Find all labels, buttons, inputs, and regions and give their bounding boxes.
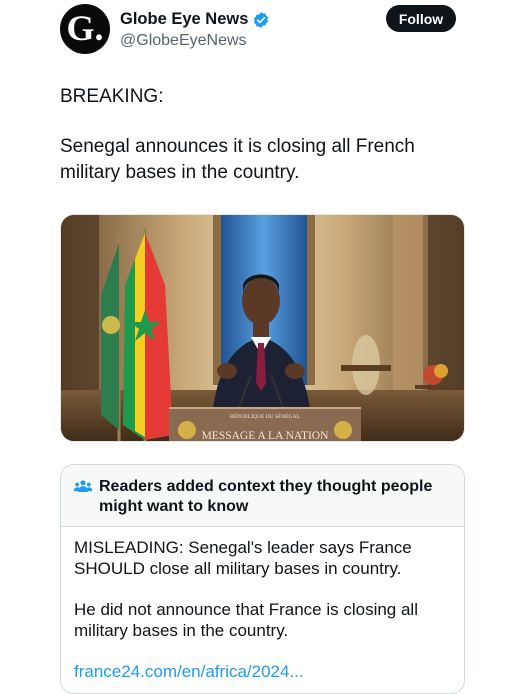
- community-note-header[interactable]: Readers added context they thought peopl…: [61, 465, 464, 527]
- tweet-photo[interactable]: RÉPUBLIQUE DU SÉNÉGAL MESSAGE A LA NATIO…: [60, 214, 465, 442]
- note-source-link[interactable]: france24.com/en/africa/2024...: [74, 661, 459, 682]
- people-icon: [73, 480, 93, 492]
- name-row: Globe Eye News: [120, 10, 270, 29]
- community-note-title: Readers added context they thought peopl…: [99, 478, 433, 515]
- tweet-line-breaking: BREAKING:: [60, 86, 164, 107]
- handle[interactable]: @GlobeEyeNews: [120, 32, 247, 50]
- display-name[interactable]: Globe Eye News: [120, 10, 248, 29]
- avatar[interactable]: G.: [60, 4, 110, 54]
- photo-illustration: RÉPUBLIQUE DU SÉNÉGAL MESSAGE A LA NATIO…: [61, 215, 464, 442]
- note-paragraph-2: He did not announce that France is closi…: [74, 600, 418, 640]
- verified-badge-icon: [254, 11, 269, 28]
- tweet-text: BREAKING: Senegal announces it is closin…: [60, 84, 460, 186]
- avatar-letter: G.: [66, 8, 104, 48]
- follow-button[interactable]: Follow: [386, 5, 456, 32]
- tweet-line-body: Senegal announces it is closing all Fren…: [60, 136, 415, 183]
- community-note: Readers added context they thought peopl…: [60, 464, 465, 694]
- tweet-header: G. Globe Eye News @GlobeEyeNews Follow: [60, 4, 470, 54]
- note-paragraph-1: MISLEADING: Senegal's leader says France…: [74, 538, 412, 578]
- community-note-body: MISLEADING: Senegal's leader says France…: [74, 537, 459, 682]
- podium-line1: RÉPUBLIQUE DU SÉNÉGAL: [230, 412, 301, 420]
- podium-line2: MESSAGE A LA NATION: [202, 430, 330, 442]
